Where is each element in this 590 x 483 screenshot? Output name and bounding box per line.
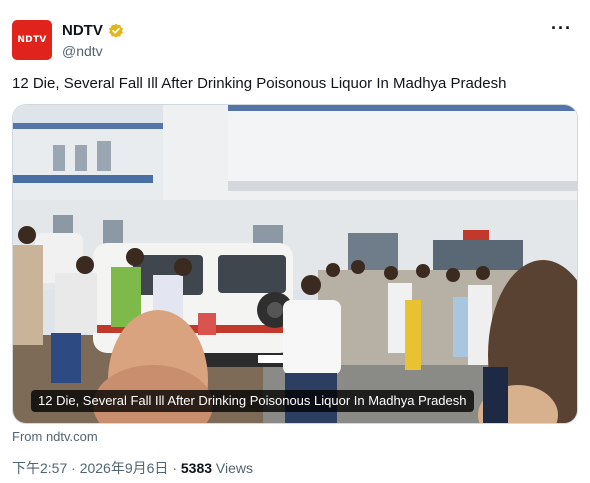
tweet-time[interactable]: 下午2:57 <box>12 460 67 476</box>
display-name[interactable]: NDTV <box>62 22 103 39</box>
tweet-header: NDTV NDTV @ndtv ··· <box>12 18 578 62</box>
link-card[interactable]: 12 Die, Several Fall Ill After Drinking … <box>12 104 578 424</box>
more-options-button[interactable]: ··· <box>551 18 572 39</box>
card-caption: 12 Die, Several Fall Ill After Drinking … <box>31 390 474 412</box>
name-row: NDTV <box>62 22 124 39</box>
meta-separator-2: · <box>172 460 177 476</box>
source-link[interactable]: From ndtv.com <box>12 429 98 444</box>
tweet-date[interactable]: 2026年9月6日 <box>80 460 169 476</box>
news-photo-image <box>13 105 577 423</box>
verified-badge-icon <box>108 23 123 38</box>
user-handle[interactable]: @ndtv <box>62 43 103 59</box>
avatar[interactable]: NDTV <box>12 20 52 60</box>
meta-separator: · <box>71 460 76 476</box>
tweet-meta: 下午2:57 · 2026年9月6日 · 5383 Views <box>12 458 253 478</box>
views-label: Views <box>215 460 254 476</box>
avatar-logo-text: NDTV <box>17 35 47 45</box>
tweet-text: 12 Die, Several Fall Ill After Drinking … <box>12 75 507 92</box>
views-count: 5383 <box>180 460 213 476</box>
